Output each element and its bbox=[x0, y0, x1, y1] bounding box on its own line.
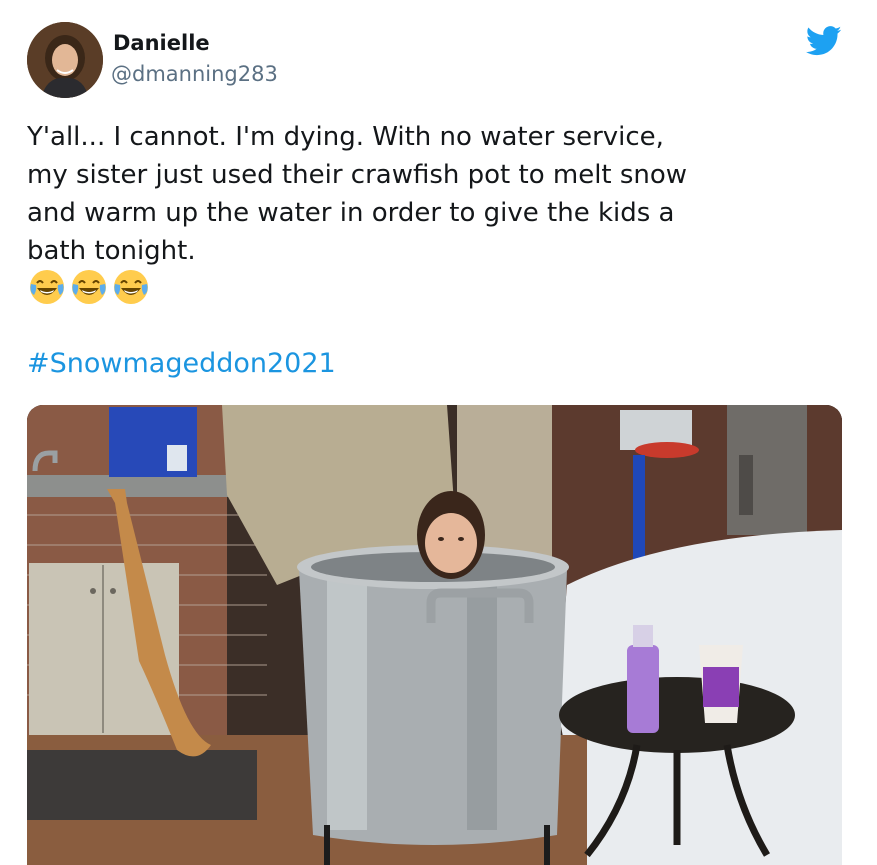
tweet-photo[interactable] bbox=[27, 405, 842, 865]
hashtag-link[interactable]: #Snowmageddon2021 bbox=[27, 348, 336, 379]
display-name[interactable]: Danielle bbox=[113, 31, 210, 55]
avatar[interactable] bbox=[27, 22, 103, 98]
face-with-tears-of-joy-icon bbox=[114, 270, 148, 304]
emoji-row bbox=[28, 268, 154, 308]
face-with-tears-of-joy-icon bbox=[72, 270, 106, 304]
user-handle[interactable]: @dmanning283 bbox=[111, 62, 278, 86]
tweet-text: Y'all... I cannot. I'm dying. With no wa… bbox=[27, 122, 688, 266]
tweet-card: Danielle @dmanning283 Y'all... I cannot.… bbox=[0, 0, 877, 865]
twitter-bird-icon[interactable] bbox=[805, 26, 842, 56]
face-with-tears-of-joy-icon bbox=[30, 270, 64, 304]
